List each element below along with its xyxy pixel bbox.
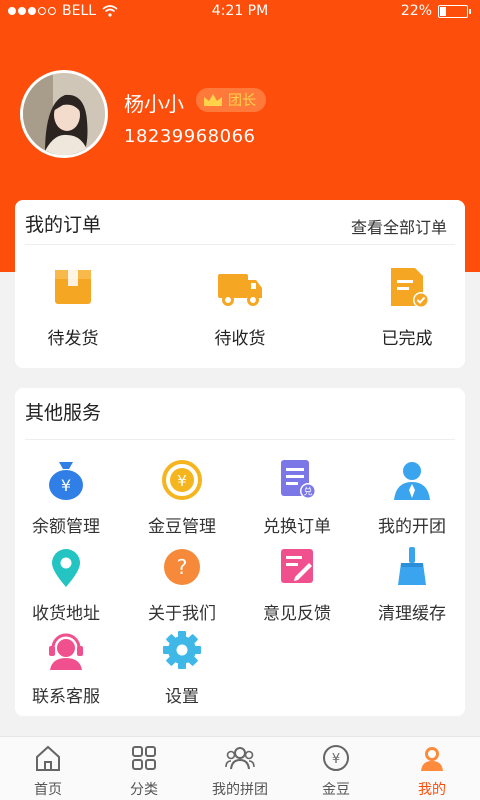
svg-text:?: ?: [177, 555, 188, 579]
tab-label: 金豆: [322, 782, 350, 798]
service-label: 联系客服: [32, 687, 100, 707]
divider: [25, 244, 455, 245]
crown-icon: [204, 94, 222, 106]
question-icon: ?: [164, 549, 200, 585]
service-address[interactable]: 收货地址: [11, 545, 121, 624]
person-icon: [394, 462, 430, 500]
order-completed[interactable]: 已完成: [352, 266, 462, 349]
order-pending-shipment[interactable]: 待发货: [18, 266, 128, 349]
service-gold-beans[interactable]: ¥ 金豆管理: [127, 458, 237, 537]
tab-category[interactable]: 分类: [96, 743, 192, 799]
yen-coin-icon: ¥: [162, 460, 202, 500]
tab-label: 分类: [130, 782, 158, 798]
profile-icon: [421, 747, 443, 771]
leader-badge: 团长: [196, 88, 266, 112]
service-label: 金豆管理: [148, 517, 216, 537]
svg-text:¥: ¥: [177, 472, 187, 490]
money-bag-icon: ¥: [49, 462, 83, 500]
tab-label: 首页: [34, 782, 62, 798]
service-my-groups[interactable]: 我的开团: [357, 458, 467, 537]
service-clear-cache[interactable]: 清理缓存: [357, 545, 467, 624]
service-label: 设置: [165, 687, 199, 707]
broom-icon: [398, 547, 426, 585]
svg-text:兑: 兑: [303, 486, 312, 498]
tab-mine[interactable]: 我的: [384, 743, 480, 799]
view-all-orders-link[interactable]: 查看全部订单: [351, 214, 447, 238]
divider: [25, 439, 455, 440]
service-label: 兑换订单: [263, 517, 331, 537]
service-about[interactable]: ? 关于我们: [127, 545, 237, 624]
badge-label: 团长: [228, 93, 256, 109]
services-card: 其他服务 ¥ 余额管理 ¥ 金豆管理 兑 兑换订单 我的开团 收货地址 ? 关于…: [15, 388, 465, 716]
yen-circle-icon: ¥: [323, 745, 349, 771]
tab-home[interactable]: 首页: [0, 743, 96, 799]
services-title: 其他服务: [25, 402, 102, 424]
service-exchange-orders[interactable]: 兑 兑换订单: [242, 458, 352, 537]
grid-icon: [132, 746, 156, 770]
avatar[interactable]: [20, 70, 108, 158]
tab-label: 我的拼团: [212, 782, 268, 798]
orders-title: 我的订单: [25, 214, 102, 236]
order-item-label: 待发货: [47, 329, 99, 349]
service-balance[interactable]: ¥ 余额管理: [11, 458, 121, 537]
service-label: 清理缓存: [378, 604, 446, 624]
gear-icon: [163, 631, 201, 669]
svg-text:¥: ¥: [61, 476, 71, 495]
service-label: 收货地址: [32, 604, 100, 624]
tab-label: 我的: [418, 782, 446, 798]
service-customer-support[interactable]: 联系客服: [11, 628, 121, 707]
location-pin-icon: [52, 549, 80, 587]
home-icon: [36, 745, 60, 771]
tab-gold-beans[interactable]: ¥ 金豆: [288, 743, 384, 799]
truck-icon: [218, 274, 262, 306]
user-phone: 18239968066: [124, 126, 256, 147]
status-bar: BELL 4:21 PM 22%: [0, 0, 480, 24]
tab-my-groups[interactable]: 我的拼团: [192, 743, 288, 799]
order-item-label: 待收货: [214, 329, 266, 349]
orders-card: 我的订单 查看全部订单 待发货 待收货 已完成: [15, 200, 465, 368]
service-label: 我的开团: [378, 517, 446, 537]
service-label: 关于我们: [148, 604, 216, 624]
box-icon: [55, 270, 91, 304]
service-label: 意见反馈: [263, 604, 331, 624]
group-icon: [225, 747, 255, 770]
order-pending-receipt[interactable]: 待收货: [185, 266, 295, 349]
service-feedback[interactable]: 意见反馈: [242, 545, 352, 624]
tab-bar: 首页 分类 我的拼团 ¥ 金豆 我的: [0, 736, 480, 800]
completed-doc-icon: [391, 268, 429, 308]
battery-percent: 22%: [400, 3, 432, 19]
service-settings[interactable]: 设置: [127, 628, 237, 707]
battery-icon: [438, 4, 471, 18]
feedback-edit-icon: [281, 549, 313, 583]
headset-icon: [49, 633, 83, 670]
svg-text:¥: ¥: [332, 752, 340, 767]
service-label: 余额管理: [32, 517, 100, 537]
exchange-doc-icon: 兑: [281, 460, 316, 499]
order-item-label: 已完成: [381, 329, 433, 349]
user-name: 杨小小: [124, 92, 184, 116]
